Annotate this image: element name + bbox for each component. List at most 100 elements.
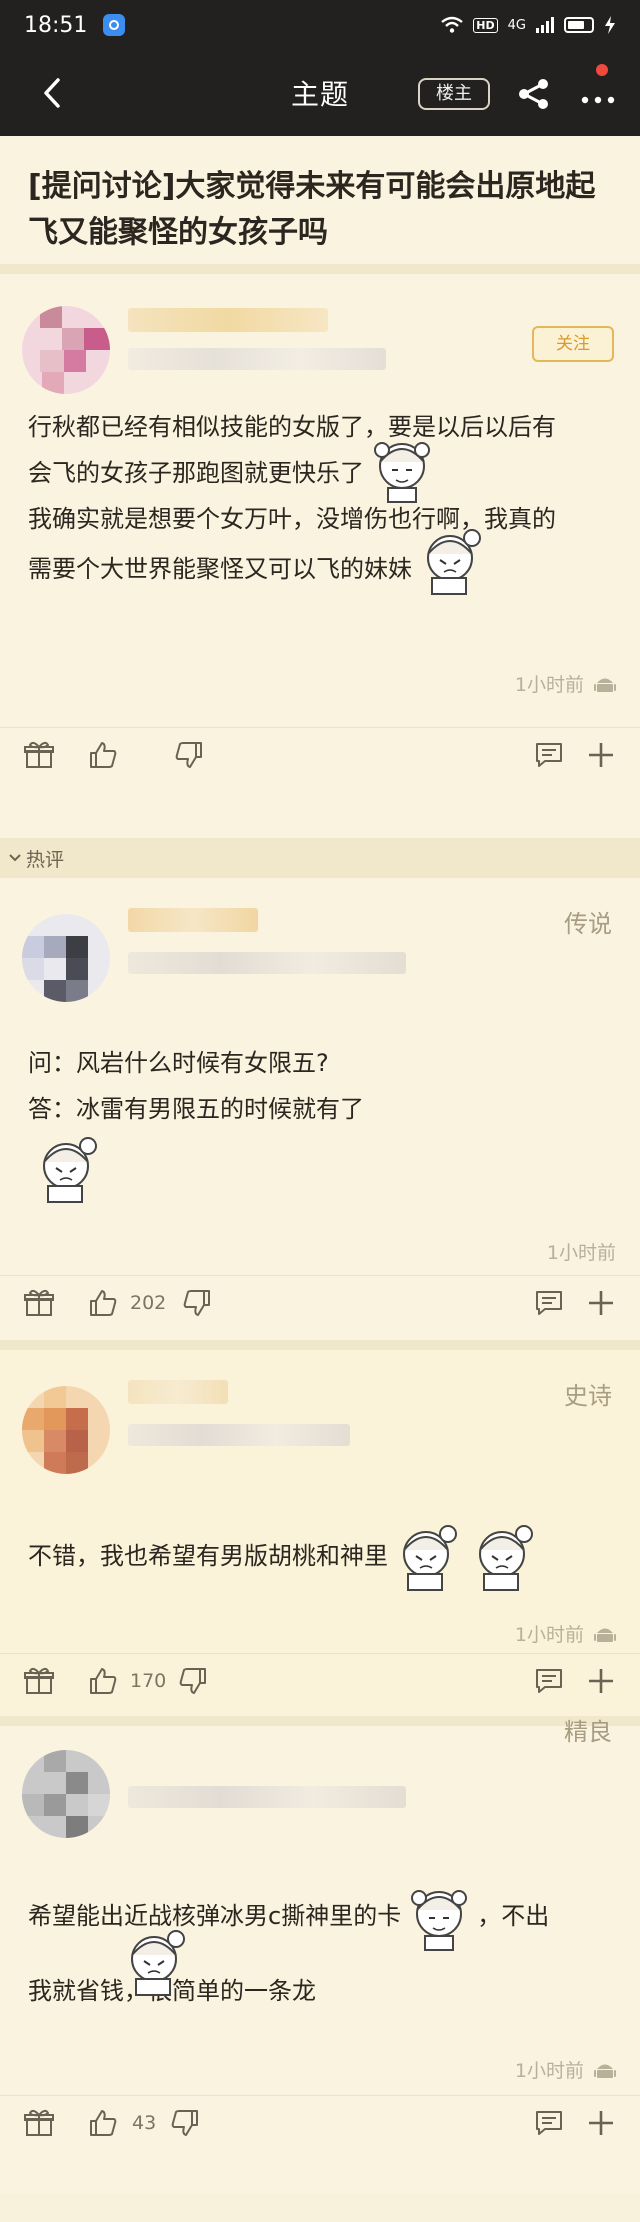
android-icon [594,678,616,692]
post-line-with-sticker: 会飞的女孩子那跑图就更快乐了 [28,442,612,503]
username-blurred[interactable] [128,908,258,932]
comment-action-bar: 43 [0,2096,640,2152]
add-icon[interactable] [586,1288,616,1318]
follow-button[interactable]: 关注 [532,326,614,362]
divider [0,1653,640,1654]
chibi-sticker [374,442,430,503]
user-rank-badge: 精良 [564,1718,612,1746]
notification-dot [596,64,608,76]
app-notification-icon [103,14,126,36]
comment-line: ，不出 [477,1902,550,1930]
chibi-sticker [403,1525,457,1591]
user-info-blurred [128,1424,350,1446]
comment-line: 问：风岩什么时候有女限五? [28,1049,329,1077]
username-blurred[interactable] [128,308,328,332]
like-count: 170 [130,1670,167,1692]
post-time: 1小时前 [514,674,584,696]
avatar[interactable] [22,1750,110,1838]
hot-comments-label: 热评 [26,848,65,871]
android-icon [594,1628,616,1642]
comment-icon[interactable] [534,1666,564,1696]
like-icon[interactable] [88,1288,118,1318]
android-icon [594,2064,616,2078]
topic-title: [提问讨论]大家觉得未来有可能会出原地起飞又能聚怪的女孩子吗 [0,136,640,274]
more-options-icon[interactable] [578,78,618,110]
comment-card: 传说 问：风岩什么时候有女限五? 答：冰雷有男限五的时候就有了 1小时前 202 [0,878,640,1350]
post-meta: 1小时前 [515,670,616,697]
comment-action-bar: 202 [0,1276,640,1332]
post-content: 行秋都已经有相似技能的女版了，要是以后以后有 会飞的女孩子那跑图就更快乐了 我确… [28,404,612,596]
user-info-blurred [128,1786,406,1808]
like-icon[interactable] [88,1666,118,1696]
avatar[interactable] [22,1386,110,1474]
add-icon[interactable] [586,1666,616,1696]
signal-icon [536,17,554,33]
user-info-blurred [128,348,386,370]
comment-icon[interactable] [534,1288,564,1318]
gift-icon[interactable] [24,740,54,770]
gift-icon[interactable] [24,2108,54,2138]
gift-icon[interactable] [24,1666,54,1696]
louzhu-toggle-button[interactable]: 楼主 [418,78,490,110]
comment-line: 希望能出近战核弹冰男c撕神里的卡 [28,1902,402,1930]
user-info-blurred [128,952,406,974]
like-count: 202 [130,1292,167,1314]
status-time: 18:51 [24,12,88,38]
comment-line: 答：冰雷有男限五的时候就有了 [28,1095,364,1123]
hd-badge: HD [473,17,498,33]
dislike-icon[interactable] [170,2108,200,2138]
avatar[interactable] [22,914,110,1002]
post-action-bar [0,728,640,784]
post-line-with-sticker: 需要个大世界能聚怪又可以飞的妹妹 [28,529,612,596]
user-rank-badge: 史诗 [564,1382,612,1410]
comment-time: 1小时前 [514,2060,584,2082]
comment-card: 精良 希望能出近战核弹冰男c撕神里的卡 ，不出 我就省钱，很简单的一条龙 1小时… [0,1718,640,2194]
comment-meta: 1小时前 [515,2056,616,2083]
chevron-down-icon [9,854,21,862]
comment-time: 1小时前 [514,1624,584,1646]
comment-content: 问：风岩什么时候有女限五? 答：冰雷有男限五的时候就有了 [28,1040,612,1204]
username-blurred[interactable] [128,1380,228,1404]
battery-icon [564,17,594,33]
chibi-sticker [43,1137,97,1203]
wifi-icon [441,16,464,33]
dislike-icon[interactable] [178,1666,208,1696]
like-icon[interactable] [88,740,118,770]
post-line: 需要个大世界能聚怪又可以飞的妹妹 [28,555,412,583]
share-icon[interactable] [516,78,552,110]
chibi-sticker [427,529,481,595]
comment-card: 史诗 不错，我也希望有男版胡桃和神里 1小时前 170 [0,1350,640,1726]
chibi-sticker [479,1525,533,1591]
user-rank-badge: 传说 [564,910,612,938]
comment-action-bar: 170 [0,1654,640,1710]
dislike-icon[interactable] [182,1288,212,1318]
comment-line-with-stickers: 不错，我也希望有男版胡桃和神里 [28,1516,612,1596]
status-bar: 18:51 HD 4G [0,0,640,50]
comment-line: 不错，我也希望有男版胡桃和神里 [28,1542,388,1570]
comment-time: 1小时前 [546,1242,616,1264]
comment-meta: 1小时前 [547,1238,616,1265]
comment-icon[interactable] [534,2108,564,2138]
add-icon[interactable] [586,2108,616,2138]
main-post: 关注 行秋都已经有相似技能的女版了，要是以后以后有 会飞的女孩子那跑图就更快乐了… [0,274,640,838]
avatar[interactable] [22,306,110,394]
nav-bar: 主题 楼主 [0,50,640,136]
divider [0,1275,640,1276]
gift-icon[interactable] [24,1288,54,1318]
chibi-sticker [411,1890,468,1951]
charging-icon [605,16,615,34]
comment-icon[interactable] [534,740,564,770]
comment-line-with-sticker: 我就省钱，很简单的一条龙 [28,1930,612,2026]
add-icon[interactable] [586,740,616,770]
chibi-sticker [131,1930,185,1996]
signal-label: 4G [507,17,526,33]
like-icon[interactable] [88,2108,118,2138]
comment-content: 不错，我也希望有男版胡桃和神里 [28,1516,612,1596]
like-count: 43 [132,2112,157,2134]
divider [0,727,640,728]
post-line: 会飞的女孩子那跑图就更快乐了 [28,459,364,487]
hot-comments-header[interactable]: 热评 [0,838,640,878]
post-line: 行秋都已经有相似技能的女版了，要是以后以后有 [28,413,556,441]
dislike-icon[interactable] [174,740,204,770]
post-line: 我确实就是想要个女万叶，没增伤也行啊，我真的 [28,505,556,533]
